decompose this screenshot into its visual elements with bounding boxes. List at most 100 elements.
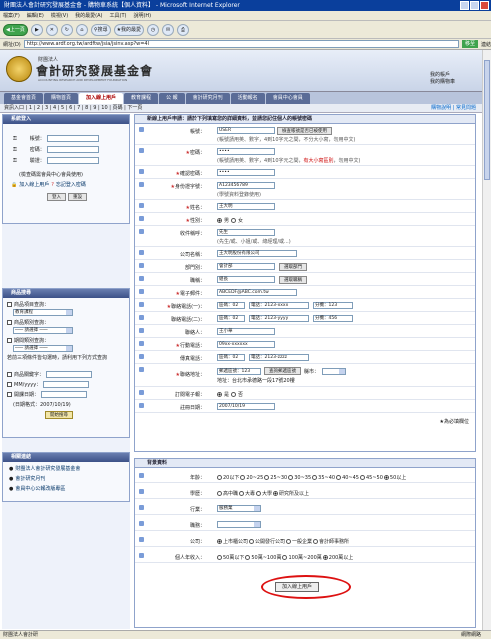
radio[interactable] (273, 491, 279, 496)
radio[interactable] (359, 475, 365, 480)
stop-button[interactable]: ✕ (45, 23, 58, 36)
subscribe-no-radio[interactable] (231, 392, 237, 397)
phone2-number-input[interactable]: 電話：2123-yyyy (249, 315, 309, 322)
phone1-ext-input[interactable]: 分機：123 (313, 302, 353, 309)
password-input[interactable]: •••• (217, 148, 275, 155)
dept-input[interactable]: 會計部 (217, 263, 275, 270)
maximize-button[interactable] (470, 1, 479, 10)
page-links[interactable]: 資訊入口 | 1 | 2 | 3 | 4 | 5 | 6 | 7 | 8 | 9… (4, 105, 142, 111)
period-select[interactable]: ─── 請選擇 ─── (13, 345, 73, 352)
name-input[interactable]: 王大明 (217, 203, 275, 210)
home-button[interactable]: ⌂ (75, 23, 88, 36)
radio[interactable] (282, 555, 288, 560)
menu-favorites[interactable]: 我的最愛(A) (75, 13, 102, 19)
history-button[interactable]: ◷ (147, 23, 160, 36)
select-dept-button[interactable]: 選取部門 (279, 263, 307, 271)
check-account-button[interactable]: 檢查帳號是否已被使用 (277, 127, 332, 135)
radio[interactable] (217, 555, 222, 560)
tab-shop[interactable]: 購物首頁 (44, 93, 79, 104)
industry-select[interactable]: 服務業 (217, 505, 261, 512)
related-link[interactable]: 財團法人會計研究發展基金會 (15, 465, 80, 472)
links-label[interactable]: 連結 (481, 41, 491, 48)
start-search-button[interactable]: 開始搜尋 (45, 411, 73, 419)
radio[interactable] (256, 491, 262, 496)
subscribe-yes-radio[interactable] (217, 392, 222, 397)
checkbox[interactable] (7, 320, 12, 325)
email-input[interactable]: ABCEDF@ABC.com.tw (217, 289, 297, 296)
go-button[interactable]: 移至 (461, 40, 478, 48)
account-input[interactable]: USER (217, 127, 275, 134)
search-button[interactable]: ⚲ 搜尋 (90, 23, 111, 36)
forward-button[interactable]: ▶ (30, 23, 43, 36)
faq-link[interactable]: 常見問題 (456, 105, 476, 111)
login-code-input[interactable] (46, 157, 99, 164)
radio[interactable] (240, 475, 246, 480)
radio[interactable] (217, 539, 222, 544)
reset-button[interactable]: 重設 (68, 193, 87, 201)
radio[interactable] (312, 475, 318, 480)
phone1-number-input[interactable]: 電話：2123-xxxx (249, 302, 309, 309)
tab-home[interactable]: 基金會首頁 (4, 93, 44, 104)
radio[interactable] (336, 475, 342, 480)
minimize-button[interactable] (460, 1, 469, 10)
menu-file[interactable]: 檔案(F) (3, 13, 20, 19)
role-select[interactable] (217, 521, 261, 528)
print-button[interactable]: ⎙ (177, 23, 190, 36)
close-button[interactable] (480, 1, 489, 10)
company-input[interactable]: 王大明股份有限公司 (217, 250, 297, 257)
phone2-area-input[interactable]: 區碼：02 (217, 315, 245, 322)
keyword-input[interactable] (46, 371, 93, 378)
zip-input[interactable]: 郵遞區號：123 (217, 367, 261, 375)
related-link[interactable]: 會員中心公報改版專區 (15, 485, 65, 492)
refresh-button[interactable]: ↻ (60, 23, 73, 36)
city-select[interactable] (322, 367, 347, 375)
scroll-thumb[interactable] (484, 60, 490, 180)
phone1-area-input[interactable]: 區碼：02 (217, 302, 245, 309)
start-date-input[interactable] (41, 391, 88, 398)
vertical-scrollbar[interactable] (482, 50, 491, 630)
mobile-input[interactable]: 09xx-xxxxxx (217, 341, 275, 348)
radio[interactable] (217, 491, 222, 496)
checkbox[interactable] (7, 338, 12, 343)
menu-edit[interactable]: 編輯(E) (27, 13, 44, 19)
female-radio[interactable] (231, 218, 237, 223)
salutation-input[interactable]: 先生 (217, 229, 275, 236)
radio[interactable] (217, 475, 222, 480)
checkbox[interactable] (7, 372, 12, 377)
mail-button[interactable]: ✉ (162, 23, 175, 36)
forgot-link[interactable]: 忘記登入密碼 (56, 181, 86, 188)
tab-monthly[interactable]: 會計研究月刊 (185, 93, 230, 104)
login-button[interactable]: 登入 (47, 193, 66, 201)
related-link[interactable]: 會計研究月刊 (15, 475, 45, 482)
join-link[interactable]: 加入線上用戶 (19, 181, 49, 188)
address-input[interactable]: http://www.ardf.org.tw/ardftw/jsia/jsinv… (23, 40, 459, 48)
radio[interactable] (286, 539, 292, 544)
tab-join[interactable]: 加入線上用戶 (79, 93, 124, 104)
contact-input[interactable]: 王小華 (217, 328, 275, 335)
login-account-input[interactable] (46, 135, 99, 142)
address-input[interactable]: 地址：台北市承德路一段17號20樓 (217, 377, 295, 384)
shopping-help-link[interactable]: 購物說明 (431, 105, 451, 111)
checkbox[interactable] (7, 382, 12, 387)
radio[interactable] (288, 475, 294, 480)
select-title-button[interactable]: 選取職稱 (279, 276, 307, 284)
join-submit-button[interactable]: 加入線上用戶 (275, 582, 320, 592)
radio[interactable] (245, 555, 251, 560)
tab-bulletin[interactable]: 公 報 (159, 93, 185, 104)
fax-number-input[interactable]: 電話：2123-zzzz (249, 354, 309, 361)
zip-lookup-button[interactable]: 查詢郵遞區號 (264, 367, 301, 375)
favorites-button[interactable]: ★ 我的最愛 (113, 23, 145, 36)
confirm-input[interactable]: •••• (217, 169, 275, 176)
checkbox[interactable] (7, 302, 12, 307)
tab-members[interactable]: 會員中心會員 (265, 93, 310, 104)
radio[interactable] (322, 555, 328, 560)
menu-help[interactable]: 說明(H) (133, 13, 151, 19)
radio[interactable] (383, 475, 389, 480)
category-select[interactable]: ─── 請選擇 ─── (13, 327, 73, 334)
radio[interactable] (249, 539, 255, 544)
male-radio[interactable] (217, 218, 222, 223)
radio[interactable] (264, 475, 270, 480)
tab-events[interactable]: 活動報名 (230, 93, 265, 104)
menu-tools[interactable]: 工具(T) (110, 13, 127, 19)
radio[interactable] (239, 491, 245, 496)
